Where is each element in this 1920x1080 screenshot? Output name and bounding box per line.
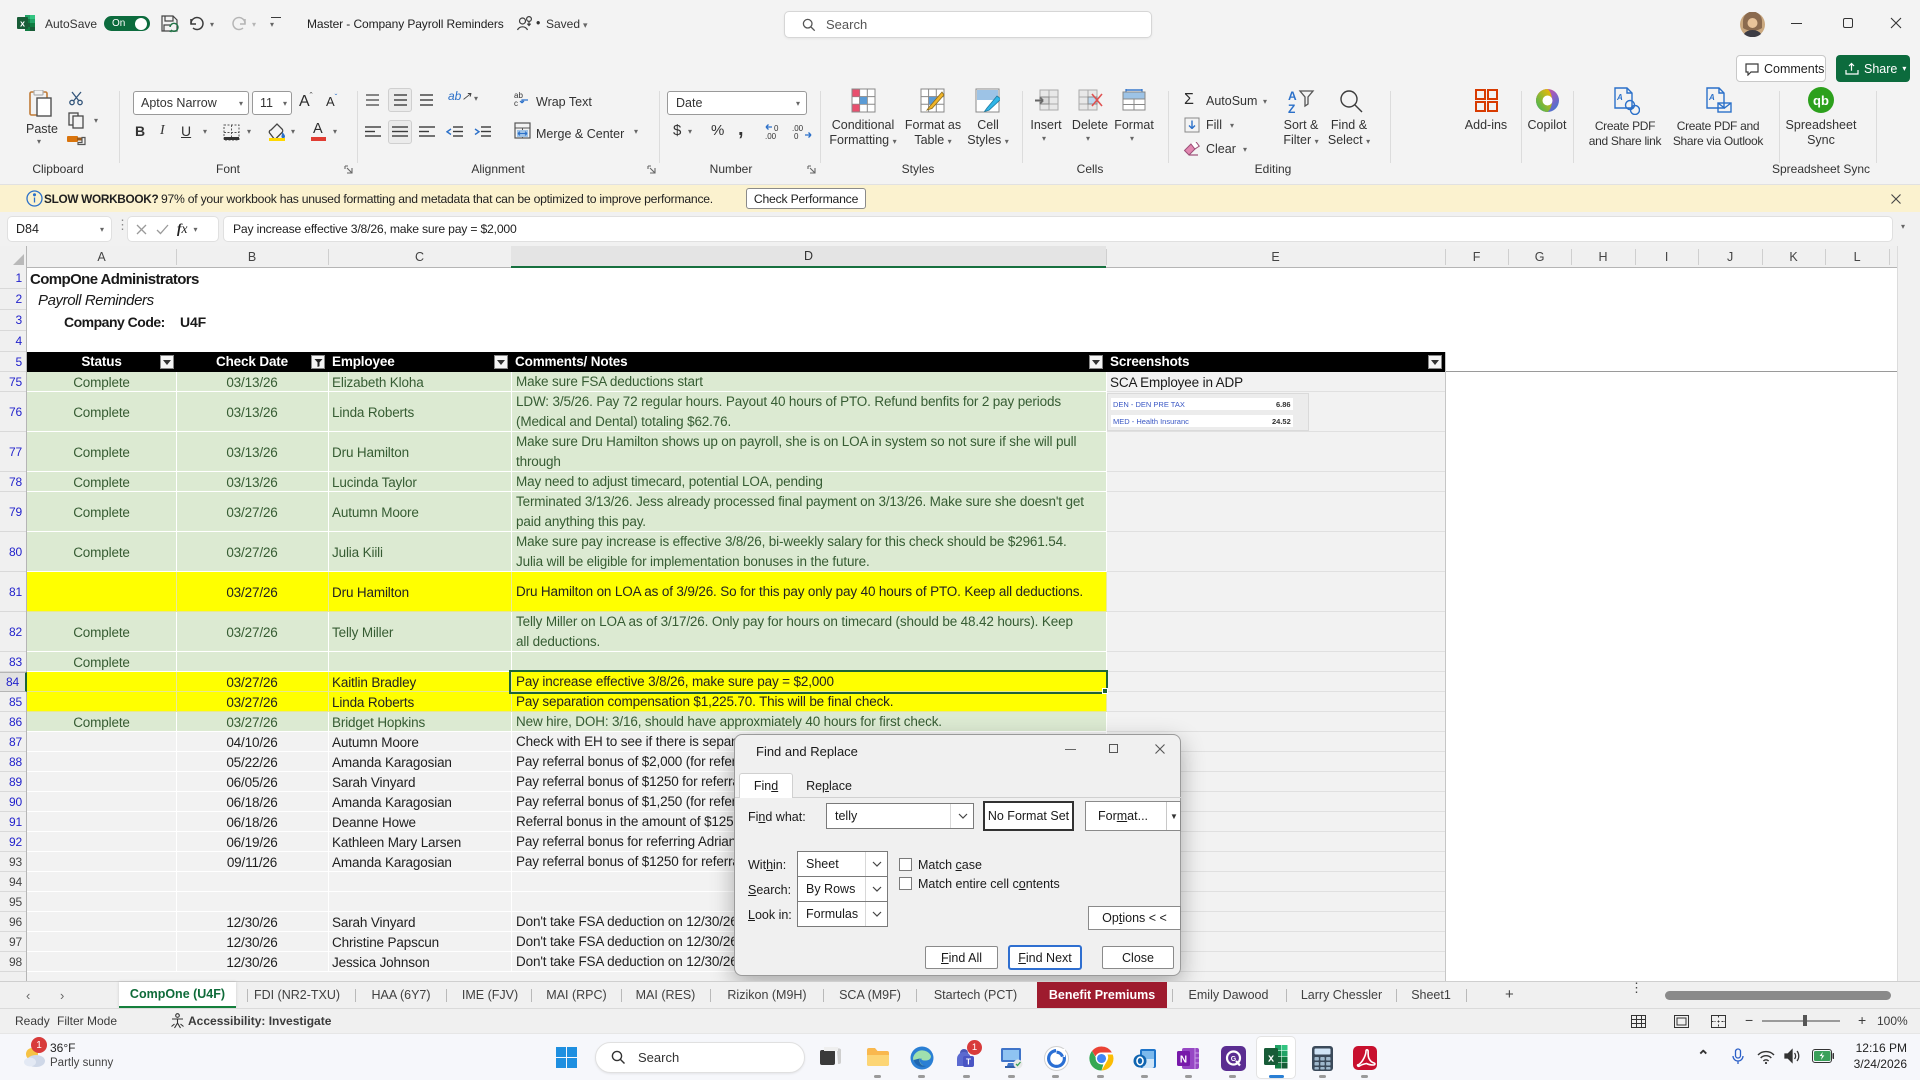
svg-text:x: x — [1268, 1053, 1275, 1065]
svg-text:0: 0 — [794, 132, 799, 140]
svg-text:G: G — [1231, 1056, 1237, 1063]
svg-text:.00: .00 — [765, 132, 777, 140]
svg-text:Z: Z — [1288, 102, 1295, 115]
svg-text:N: N — [1180, 1055, 1187, 1066]
svg-text:x: x — [20, 19, 25, 29]
svg-text:c: c — [514, 99, 518, 107]
svg-text:T: T — [966, 1058, 971, 1067]
svg-text:A: A — [1288, 89, 1297, 103]
svg-text:A: A — [1708, 93, 1715, 102]
svg-text:A: A — [1616, 93, 1623, 102]
svg-text:qb: qb — [1813, 93, 1829, 108]
